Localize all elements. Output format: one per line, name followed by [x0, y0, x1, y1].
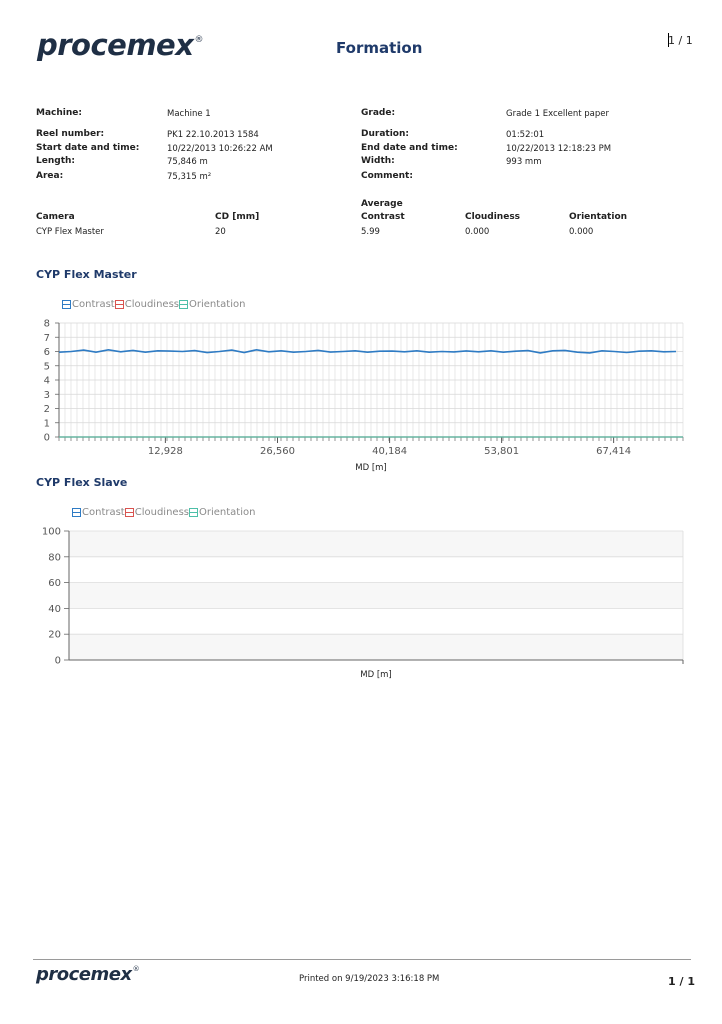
legend-cloudiness: Cloudiness	[114, 299, 179, 310]
info-right-label-3: Width:	[361, 156, 395, 166]
chart2-title: CYP Flex Slave	[36, 476, 128, 489]
y-tick-label: 100	[42, 527, 61, 538]
x-tick-label: 26,560	[260, 446, 295, 457]
legend2-orientation-label: Orientation	[199, 507, 256, 518]
header-logo: procemex®	[37, 28, 203, 62]
page-title: Formation	[336, 39, 423, 57]
info-right-value-3: 993 mm	[506, 157, 542, 167]
info-left-value-4: 75,315 m²	[167, 172, 212, 182]
y-tick-label: 2	[44, 404, 50, 415]
footer-page-indicator: 1 / 1	[668, 975, 695, 988]
footer-registered-mark: ®	[132, 965, 140, 973]
cell-camera: CYP Flex Master	[36, 227, 104, 237]
legend2-cloudiness: Cloudiness	[124, 507, 189, 518]
header-logo-text: procemex	[37, 28, 194, 62]
col-contrast: Contrast	[361, 212, 405, 222]
y-tick-label: 7	[44, 333, 50, 344]
y-tick-label: 80	[48, 552, 61, 563]
y-tick-label: 0	[55, 656, 61, 667]
cell-orientation: 0.000	[569, 227, 594, 237]
chart1-legend: Contrast Cloudiness Orientation	[62, 296, 245, 314]
legend-contrast: Contrast	[62, 299, 115, 310]
legend2-contrast: Contrast	[72, 507, 125, 518]
legend-orientation-label: Orientation	[189, 299, 246, 310]
legend-contrast-label: Contrast	[72, 299, 115, 310]
y-tick-label: 60	[48, 578, 61, 589]
legend-contrast-swatch	[62, 300, 71, 309]
y-tick-label: 40	[48, 604, 61, 615]
info-right-label-0: Grade:	[361, 108, 396, 118]
y-tick-label: 1	[44, 418, 50, 429]
info-right-label-4: Comment:	[361, 171, 413, 181]
col-cd: CD [mm]	[215, 212, 260, 222]
x-tick-label: 67,414	[596, 446, 631, 457]
cell-cd: 20	[215, 227, 226, 237]
info-left-value-0: Machine 1	[167, 109, 211, 119]
printed-date: Printed on 9/19/2023 3:16:18 PM	[299, 974, 440, 984]
legend-orientation: Orientation	[179, 299, 245, 310]
x-axis-label: MD [m]	[360, 670, 392, 680]
cell-cloudiness: 0.000	[465, 227, 490, 237]
col-cloudiness: Cloudiness	[465, 212, 521, 222]
plot-band	[69, 531, 683, 557]
y-tick-label: 4	[44, 376, 50, 387]
info-left-label-0: Machine:	[36, 108, 82, 118]
col-camera: Camera	[36, 212, 75, 222]
legend-orientation-swatch	[179, 300, 188, 309]
y-tick-label: 8	[44, 319, 50, 330]
info-left-label-3: Length:	[36, 156, 75, 166]
y-tick-label: 5	[44, 361, 50, 372]
y-tick-label: 3	[44, 390, 50, 401]
x-tick-label: 53,801	[484, 446, 519, 457]
text-cursor	[668, 33, 669, 47]
footer-logo: procemex®	[36, 964, 140, 985]
footer-divider	[33, 959, 691, 960]
legend2-contrast-swatch	[72, 508, 81, 517]
legend2-cloudiness-swatch	[124, 508, 134, 517]
info-right-value-2: 10/22/2013 12:18:23 PM	[506, 144, 612, 154]
legend2-cloudiness-label: Cloudiness	[134, 507, 189, 518]
info-left-value-1: PK1 22.10.2013 1584	[167, 130, 259, 140]
plot-band	[69, 556, 683, 583]
plot-band	[69, 582, 683, 609]
info-left-label-1: Reel number:	[36, 129, 105, 139]
x-axis-label: MD [m]	[355, 463, 387, 473]
info-left-label-2: Start date and time:	[36, 143, 140, 153]
chart2-plot: 0 20 40 60 80 100 MD [m]	[42, 527, 684, 680]
info-right-label-1: Duration:	[361, 129, 409, 139]
legend-cloudiness-swatch	[114, 300, 124, 309]
legend2-contrast-label: Contrast	[82, 507, 125, 518]
page-indicator: 1 / 1	[668, 34, 693, 47]
y-tick-label: 20	[48, 630, 61, 641]
chart1-title: CYP Flex Master	[36, 268, 137, 281]
info-right-value-1: 01:52:01	[506, 130, 545, 140]
footer-logo-text: procemex	[36, 964, 132, 985]
col-orientation: Orientation	[569, 212, 628, 222]
legend2-orientation: Orientation	[189, 507, 255, 518]
registered-mark: ®	[194, 35, 203, 46]
x-tick-label: 40,184	[372, 446, 407, 457]
chart1-plot: 0 1 2 3 4 5 6 7 8 12,928 26,560 40,184 53,801 67,414 M…	[44, 319, 684, 473]
y-tick-label: 0	[44, 433, 50, 444]
info-right-value-0: Grade 1 Excellent paper	[506, 109, 609, 119]
plot-band	[69, 634, 683, 660]
y-tick-label: 6	[44, 347, 50, 358]
plot-band	[69, 608, 683, 635]
legend-cloudiness-label: Cloudiness	[124, 299, 179, 310]
info-left-value-3: 75,846 m	[167, 157, 208, 167]
info-right-label-2: End date and time:	[361, 143, 458, 153]
chart2-legend: Contrast Cloudiness Orientation	[72, 504, 255, 522]
info-left-label-4: Area:	[36, 171, 64, 181]
cell-contrast: 5.99	[361, 227, 380, 237]
info-left-value-2: 10/22/2013 10:26:22 AM	[167, 144, 273, 154]
x-tick-label: 12,928	[148, 446, 183, 457]
average-label: Average	[361, 199, 403, 209]
legend2-orientation-swatch	[189, 508, 198, 517]
